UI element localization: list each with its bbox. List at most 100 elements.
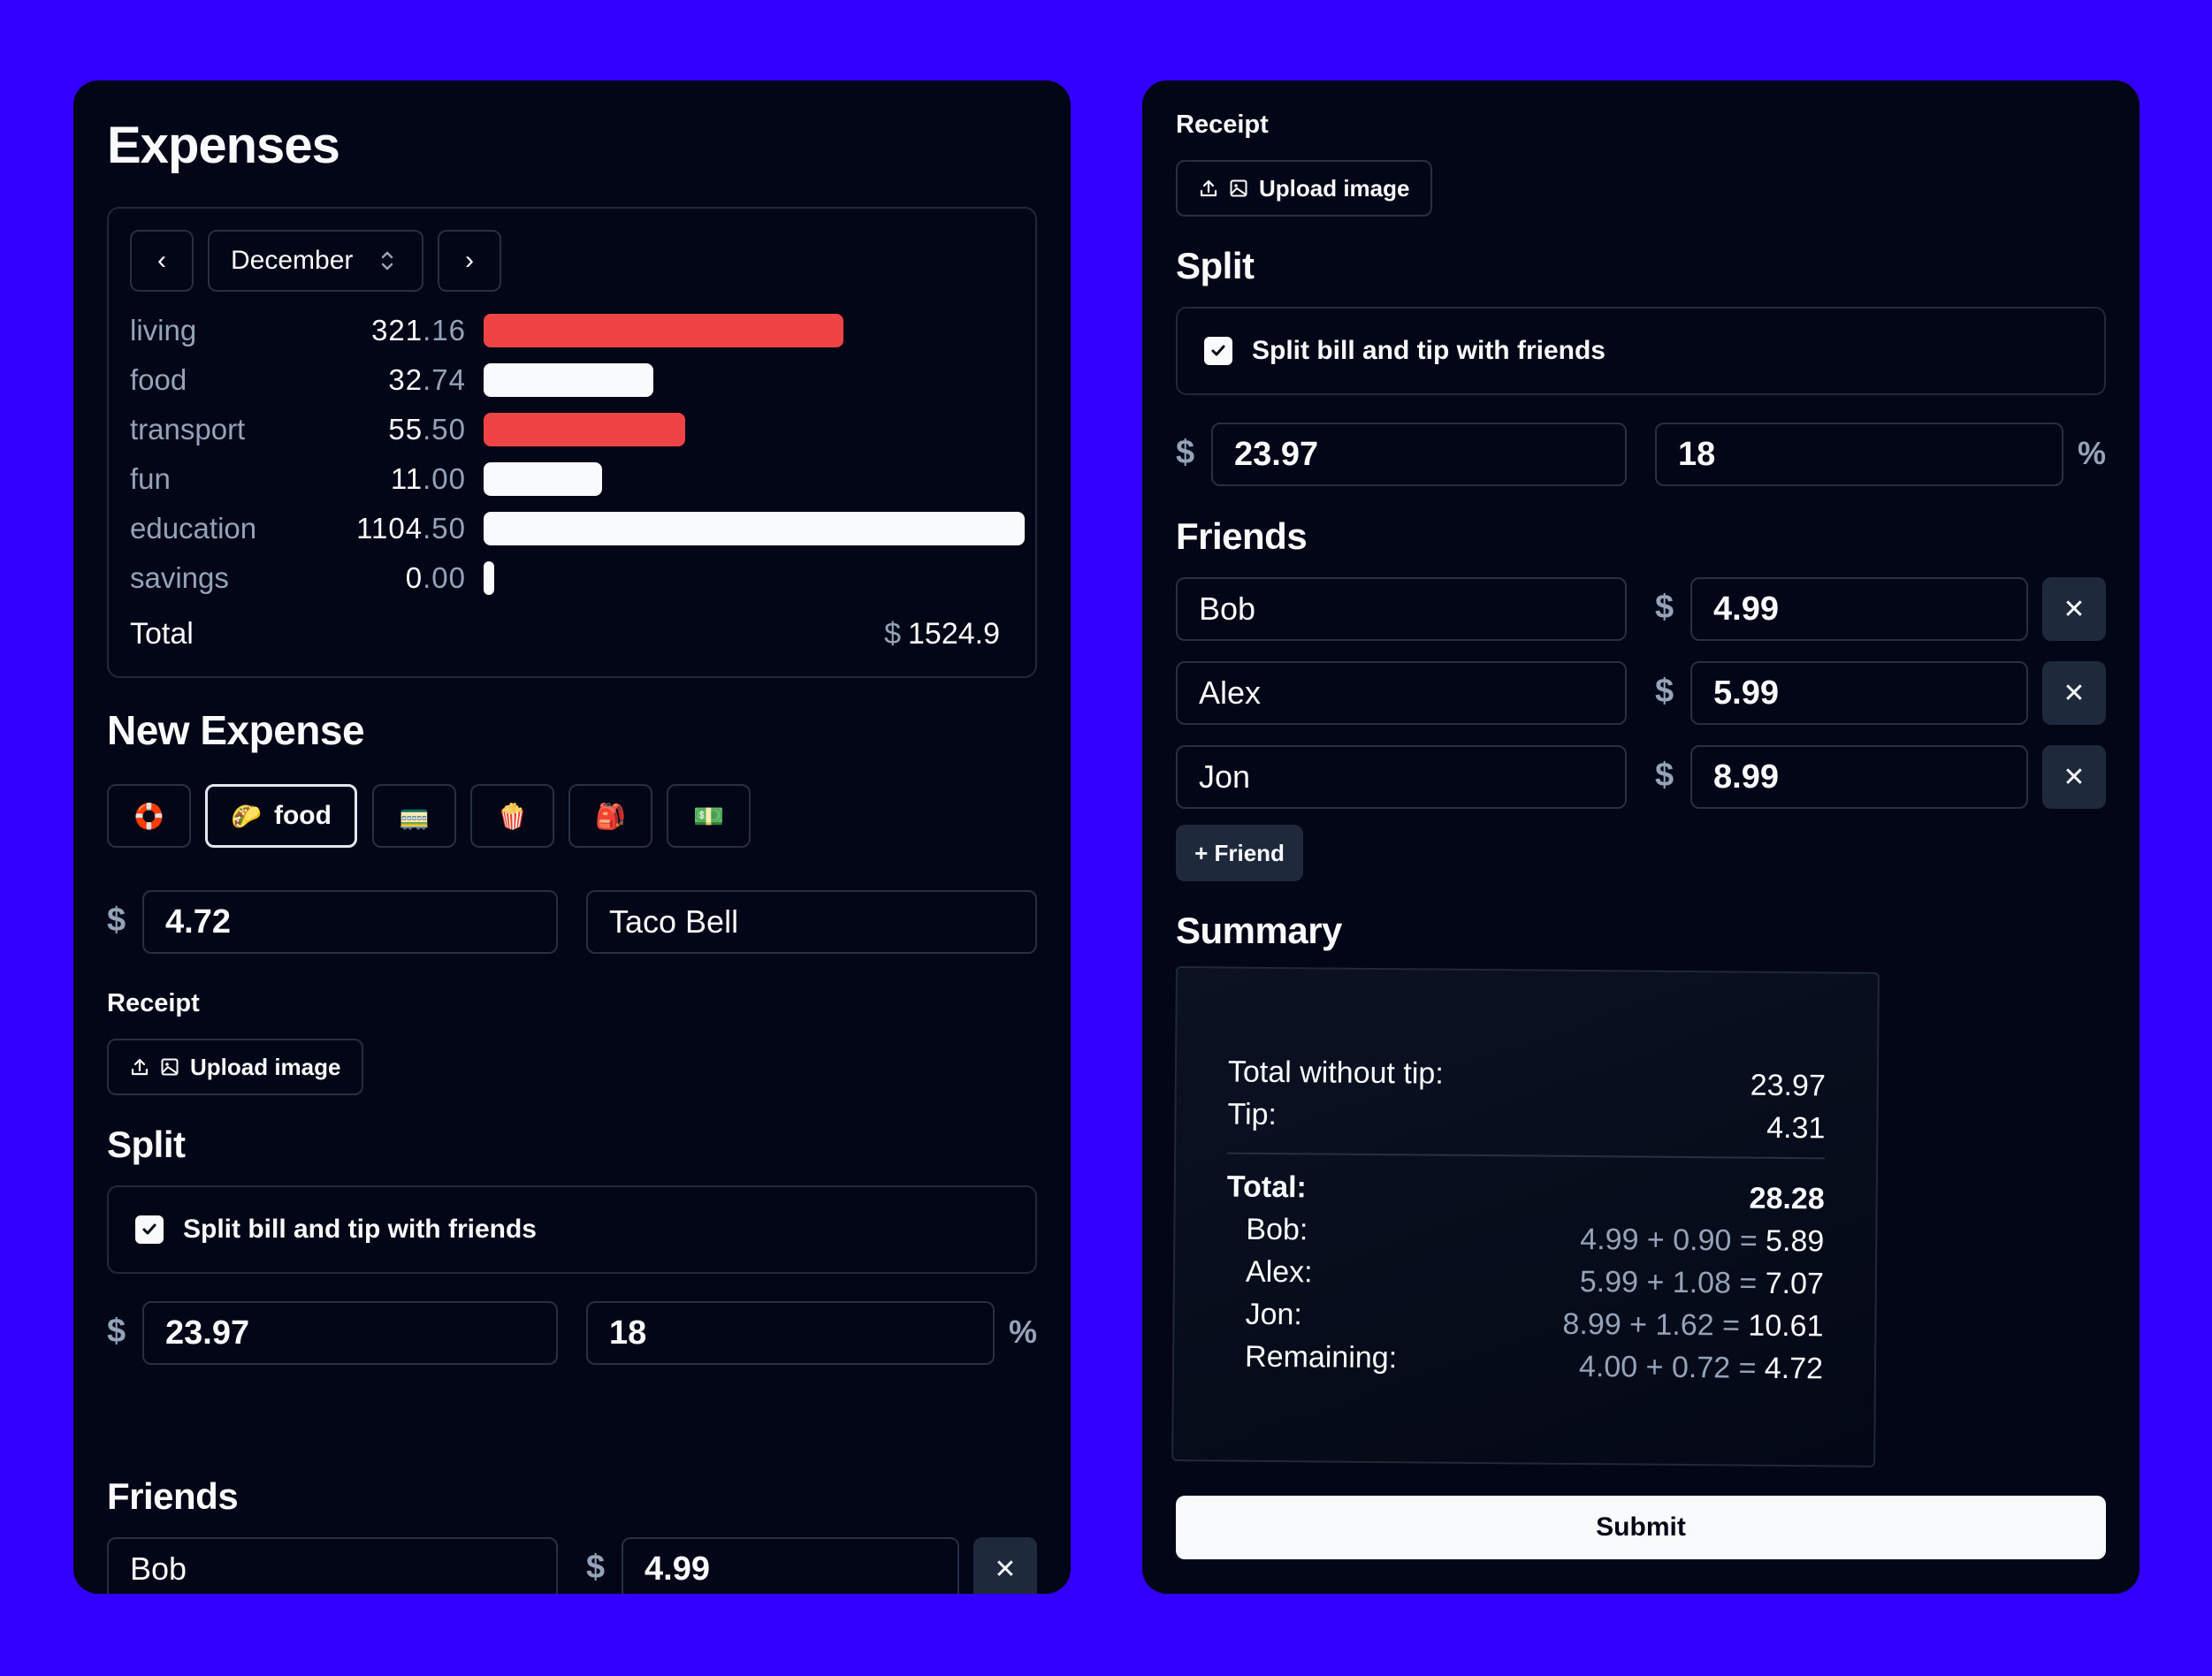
upload-icon bbox=[131, 1058, 149, 1076]
close-icon: ✕ bbox=[2063, 594, 2086, 624]
summary-person-value: 10.61 bbox=[1748, 1308, 1824, 1344]
split-currency: $ bbox=[107, 1313, 126, 1350]
percent-sign: % bbox=[1008, 1314, 1037, 1350]
friend-currency: $ bbox=[1655, 589, 1674, 626]
category-amount: 32.74 bbox=[307, 363, 466, 397]
summary-person-row: Bob: 4.99 + 0.90 = 5.89 bbox=[1246, 1213, 1824, 1260]
upload-image-button[interactable]: Upload image bbox=[107, 1039, 364, 1095]
upload-icon bbox=[1200, 179, 1217, 197]
split-option: Split bill and tip with friends bbox=[1176, 307, 2106, 395]
add-friend-button[interactable]: + Friend bbox=[1176, 825, 1303, 881]
category-bar bbox=[484, 413, 685, 446]
receipt-label: Receipt bbox=[1176, 110, 1269, 139]
tip-percent-input[interactable]: 18 bbox=[586, 1301, 995, 1365]
category-button[interactable]: 🍿 bbox=[470, 784, 554, 848]
submit-label: Submit bbox=[1596, 1512, 1686, 1542]
total-label: Total bbox=[130, 617, 194, 651]
category-amount-int: 11 bbox=[390, 462, 423, 495]
remove-friend-button[interactable]: ✕ bbox=[2042, 577, 2106, 641]
description-value: Taco Bell bbox=[609, 903, 739, 940]
category-button[interactable]: 🎒 bbox=[568, 784, 652, 848]
category-button[interactable]: 💵 bbox=[667, 784, 751, 848]
category-button-label: food bbox=[273, 801, 332, 830]
split-checkbox[interactable] bbox=[135, 1215, 164, 1244]
category-amount-dec: .00 bbox=[423, 561, 466, 594]
friend-amount-input[interactable]: 5.99 bbox=[1690, 661, 2028, 725]
split-amount-input[interactable]: 23.97 bbox=[142, 1301, 558, 1365]
prev-month-button[interactable]: ‹ bbox=[130, 230, 194, 292]
remove-friend-button[interactable]: ✕ bbox=[2042, 745, 2106, 809]
summary-person-calc: 8.99 + 1.62 = 10.61 bbox=[1562, 1307, 1823, 1345]
total-currency: $ bbox=[884, 617, 901, 651]
friend-name-value: Alex bbox=[1199, 674, 1262, 711]
description-input[interactable]: Taco Bell bbox=[586, 890, 1037, 954]
summary-person-name: Alex: bbox=[1245, 1254, 1313, 1290]
category-amount: 55.50 bbox=[307, 413, 466, 446]
amount-input[interactable]: 4.72 bbox=[142, 890, 558, 954]
summary-total-value: 28.28 bbox=[1749, 1181, 1825, 1216]
split-checkbox-label: Split bill and tip with friends bbox=[183, 1215, 537, 1244]
friend-amount-input[interactable]: 4.99 bbox=[1690, 577, 2028, 641]
friend-amount-value: 4.99 bbox=[645, 1550, 710, 1588]
split-checkbox[interactable] bbox=[1204, 337, 1232, 365]
category-emoji-icon: 🍿 bbox=[497, 802, 528, 830]
category-amount-dec: .00 bbox=[423, 462, 466, 495]
new-expense-heading: New Expense bbox=[107, 707, 365, 753]
category-bar bbox=[484, 512, 1025, 545]
friend-name-value: Bob bbox=[1199, 590, 1256, 627]
category-name: fun bbox=[130, 462, 171, 495]
summary-breakdown: Bob: 4.99 + 0.90 = 5.89 Alex: 5.99 + 1.08 =… bbox=[1178, 968, 1878, 1386]
amount-value: 4.72 bbox=[165, 903, 231, 941]
next-month-button[interactable]: › bbox=[438, 230, 501, 292]
check-icon bbox=[1211, 345, 1225, 356]
friend-currency: $ bbox=[1655, 757, 1674, 794]
category-emoji-icon: 🚃 bbox=[399, 802, 430, 830]
friend-name-input[interactable]: Alex bbox=[1176, 661, 1627, 725]
upload-image-label: Upload image bbox=[190, 1053, 341, 1080]
category-bar bbox=[484, 561, 494, 595]
category-bar bbox=[484, 462, 602, 496]
month-select-value: December bbox=[231, 246, 354, 275]
month-select[interactable]: December bbox=[208, 230, 423, 292]
category-bar bbox=[484, 314, 843, 347]
remove-friend-button[interactable]: ✕ bbox=[973, 1537, 1037, 1594]
friend-name-input[interactable]: Bob bbox=[107, 1537, 558, 1594]
summary-divider bbox=[1227, 1152, 1826, 1160]
friend-amount-input[interactable]: 8.99 bbox=[1690, 745, 2028, 809]
category-amount-int: 1104 bbox=[356, 512, 423, 545]
category-emoji-icon: 🎒 bbox=[595, 802, 626, 830]
remove-friend-button[interactable]: ✕ bbox=[2042, 661, 2106, 725]
summary-without-tip-label: Total without tip: bbox=[1227, 1055, 1444, 1091]
tip-percent-value: 18 bbox=[609, 1314, 647, 1352]
tip-percent-input[interactable]: 18 bbox=[1655, 423, 2063, 486]
split-amount-input[interactable]: 23.97 bbox=[1211, 423, 1627, 486]
category-row: savings 0.00 bbox=[130, 553, 1014, 603]
category-button[interactable]: 🚃 bbox=[372, 784, 456, 848]
category-button[interactable]: 🌮 food bbox=[205, 784, 357, 848]
upload-image-button[interactable]: Upload image bbox=[1176, 160, 1433, 217]
category-name: food bbox=[130, 363, 187, 396]
friend-name-input[interactable]: Bob bbox=[1176, 577, 1627, 641]
submit-button[interactable]: Submit bbox=[1176, 1496, 2106, 1559]
chevron-right-icon: › bbox=[465, 246, 474, 275]
summary-without-tip-value: 23.97 bbox=[1750, 1068, 1827, 1103]
summary-person-name: Jon: bbox=[1245, 1297, 1302, 1332]
chevron-left-icon: ‹ bbox=[157, 246, 166, 275]
friend-amount-input[interactable]: 4.99 bbox=[622, 1537, 959, 1594]
category-button[interactable]: 🛟 bbox=[107, 784, 191, 848]
category-bar-track bbox=[484, 413, 1014, 446]
category-row: transport 55.50 bbox=[130, 405, 1014, 454]
category-amount-int: 55 bbox=[388, 413, 423, 446]
summary-person-formula: 5.99 + 1.08 = bbox=[1579, 1265, 1758, 1300]
friend-name-input[interactable]: Jon bbox=[1176, 745, 1627, 809]
friends-heading: Friends bbox=[1176, 515, 1308, 557]
summary-person-value: 5.89 bbox=[1765, 1223, 1825, 1259]
category-emoji-icon: 🌮 bbox=[231, 802, 262, 830]
split-option: Split bill and tip with friends bbox=[107, 1185, 1037, 1274]
friend-amount-value: 5.99 bbox=[1713, 674, 1779, 712]
page-title: Expenses bbox=[107, 117, 340, 174]
category-bar-track bbox=[484, 314, 1014, 347]
category-name: living bbox=[130, 314, 197, 347]
summary-total-label: Total: bbox=[1226, 1169, 1308, 1205]
close-icon: ✕ bbox=[2063, 678, 2086, 708]
